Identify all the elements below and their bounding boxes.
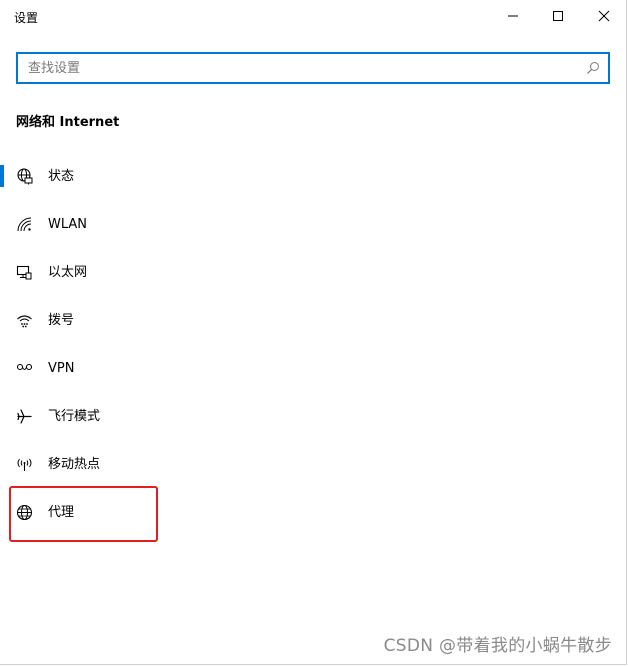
minimize-icon [508,15,518,17]
watermark: CSDN @带着我的小蜗牛散步 [383,636,612,656]
section-title: 网络和 Internet [16,115,120,130]
sidebar-item-vpn[interactable]: VPN [0,345,627,393]
maximize-icon [553,11,563,21]
globe-proxy-icon [16,504,33,521]
sidebar-item-label: 移动热点 [48,457,101,472]
sidebar-item-label: 飞行模式 [48,409,101,424]
sidebar-item-label: 以太网 [48,265,88,280]
airplane-icon [16,408,33,425]
sidebar-item-label: 拨号 [48,313,75,328]
close-button[interactable] [581,0,627,32]
ethernet-icon [16,264,33,281]
globe-status-icon [16,168,33,185]
vpn-icon [16,360,33,377]
minimize-button[interactable] [490,0,536,32]
sidebar-item-label: 状态 [48,169,75,184]
sidebar-item-dialup[interactable]: 拨号 [0,297,627,345]
hotspot-icon [16,456,33,473]
sidebar-item-label: WLAN [48,217,88,232]
wifi-icon [16,216,33,233]
dialup-icon [16,312,33,329]
search-box[interactable] [16,52,610,84]
sidebar-item-label: 代理 [48,505,75,520]
close-icon [598,10,610,22]
window-title: 设置 [14,11,39,25]
sidebar-item-proxy[interactable]: 代理 [0,489,627,537]
sidebar-item-airplane[interactable]: 飞行模式 [0,393,627,441]
sidebar-item-ethernet[interactable]: 以太网 [0,249,627,297]
selected-indicator [0,165,4,187]
search-input[interactable] [26,54,578,82]
sidebar-item-hotspot[interactable]: 移动热点 [0,441,627,489]
sidebar-item-wlan[interactable]: WLAN [0,201,627,249]
sidebar-item-label: VPN [48,361,75,376]
maximize-button[interactable] [535,0,581,32]
sidebar-item-status[interactable]: 状态 [0,153,627,201]
search-icon[interactable] [586,61,600,75]
sidebar-nav: 状态 WLAN 以太网 拨号 VPN 飞行模式 移动热点 代理 [0,153,627,537]
settings-window: 设置 网络和 Internet [0,0,627,665]
